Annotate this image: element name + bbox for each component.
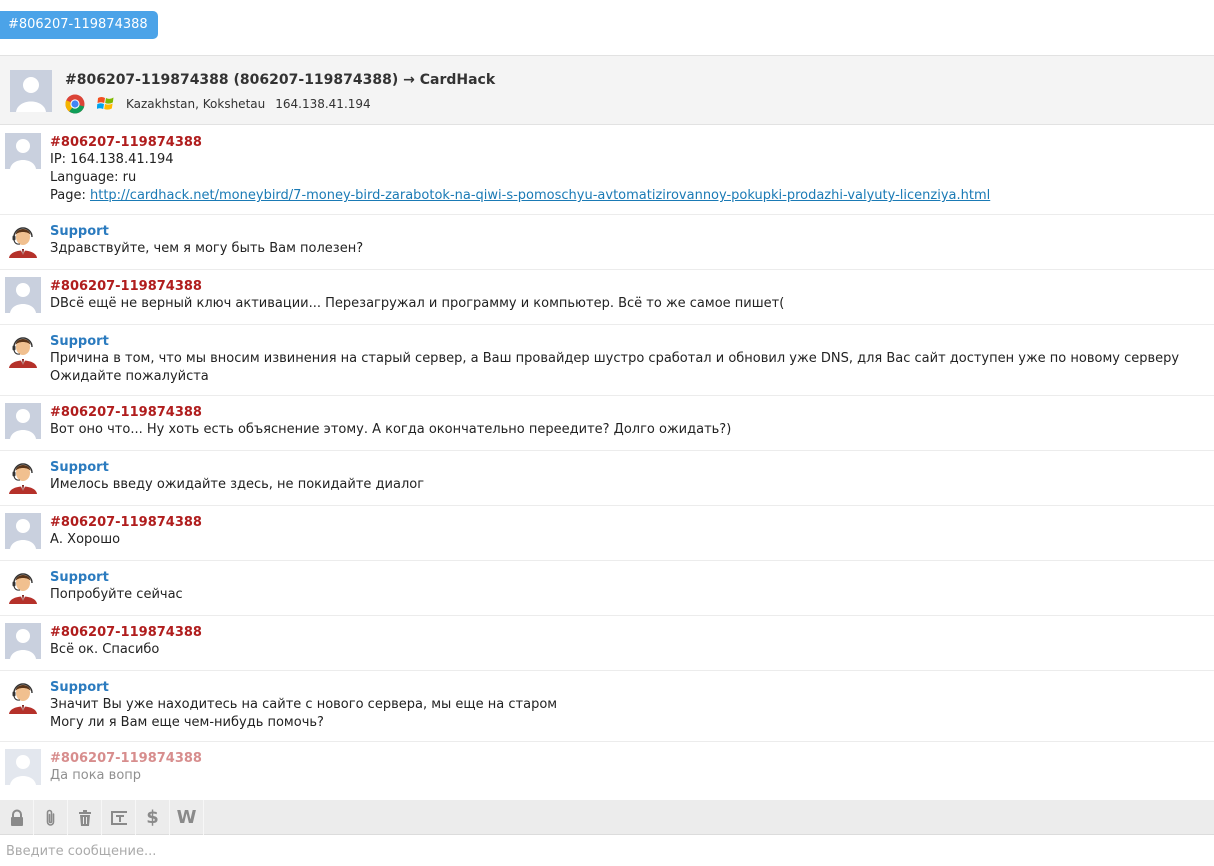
message-author: #806207-119874388	[50, 405, 202, 420]
visitor-avatar	[5, 513, 41, 549]
chat-tab[interactable]: #806207-119874388	[0, 11, 158, 39]
message-text: А. Хорошо	[50, 532, 121, 547]
message-text: Значит Вы уже находитесь на сайте с ново…	[50, 697, 558, 712]
tab-bar: #806207-119874388	[0, 0, 1214, 56]
message-text: Имелось введу ожидайте здесь, не покидай…	[50, 477, 425, 492]
message-item: Support Имелось введу ожидайте здесь, не …	[0, 451, 1214, 506]
message-text: Ожидайте пожалуйста	[50, 369, 209, 384]
message-text: Могу ли я Вам еще чем-нибудь помочь?	[50, 715, 324, 730]
windows-icon	[97, 97, 114, 110]
message-text: Попробуйте сейчас	[50, 587, 183, 602]
message-author: Support	[50, 224, 109, 239]
visitor-avatar	[5, 277, 41, 313]
trash-icon	[78, 809, 91, 826]
message-text: Да пока вопр	[50, 768, 142, 783]
chat-title: #806207-119874388 (806207-119874388) → C…	[65, 72, 496, 88]
message-text: Вот оно что... Ну хоть есть объяснение э…	[50, 422, 732, 437]
message-item: #806207-119874388 А. Хорошо	[0, 506, 1214, 561]
message-author: Support	[50, 570, 109, 585]
message-item: #806207-119874388 Вот оно что... Ну хоть …	[0, 396, 1214, 451]
visitor-page-line: Page: http://cardhack.net/moneybird/7-mo…	[50, 187, 1214, 205]
message-input[interactable]	[0, 836, 1214, 866]
lock-icon	[10, 809, 23, 826]
visitor-avatar	[10, 70, 52, 112]
visitor-meta: Kazakhstan, Kokshetau 164.138.41.194	[65, 94, 371, 114]
message-item: Support Попробуйте сейчас	[0, 561, 1214, 616]
w-button[interactable]: W	[170, 800, 204, 835]
visitor-ip-line: IP: 164.138.41.194	[50, 152, 174, 167]
visitor-avatar	[5, 403, 41, 439]
operator-avatar	[9, 227, 37, 258]
template-button[interactable]	[102, 800, 136, 835]
chat-header: #806207-119874388 (806207-119874388) → C…	[0, 56, 1214, 125]
visitor-ip: 164.138.41.194	[275, 97, 371, 111]
chrome-icon	[65, 94, 85, 114]
delete-button[interactable]	[68, 800, 102, 835]
message-author: #806207-119874388	[50, 279, 202, 294]
lock-button[interactable]	[0, 800, 34, 835]
page-label: Page:	[50, 188, 90, 203]
visitor-avatar	[5, 749, 41, 785]
message-author: #806207-119874388	[50, 625, 202, 640]
message-text: Здравствуйте, чем я могу быть Вам полезе…	[50, 241, 364, 256]
text-cursor-icon	[110, 810, 127, 825]
message-item: Support Здравствуйте, чем я могу быть Вам…	[0, 215, 1214, 270]
message-item-typing: #806207-119874388 Да пока вопр	[0, 742, 1214, 797]
message-item: #806207-119874388 IP: 164.138.41.194 Langu…	[0, 126, 1214, 215]
message-author: #806207-119874388	[50, 515, 202, 530]
visitor-location: Kazakhstan, Kokshetau	[126, 97, 266, 111]
message-author: Support	[50, 460, 109, 475]
message-author: #806207-119874388	[50, 135, 202, 150]
operator-avatar	[9, 463, 37, 494]
message-author: Support	[50, 680, 109, 695]
visitor-avatar	[5, 623, 41, 659]
message-item: #806207-119874388 Всё ок. Спасибо	[0, 616, 1214, 671]
message-item: #806207-119874388 DВсё ещё не верный ключ…	[0, 270, 1214, 325]
operator-avatar	[9, 337, 37, 368]
message-item: Support Причина в том, что мы вносим изви…	[0, 325, 1214, 396]
operator-avatar	[9, 683, 37, 714]
message-text: Причина в том, что мы вносим извинения н…	[50, 351, 1180, 366]
attach-button[interactable]	[34, 800, 68, 835]
message-author: #806207-119874388	[50, 751, 202, 766]
payment-button[interactable]: $	[136, 800, 170, 835]
page-link[interactable]: http://cardhack.net/moneybird/7-money-bi…	[90, 188, 990, 203]
message-text: DВсё ещё не верный ключ активации... Пер…	[50, 296, 785, 311]
visitor-language-line: Language: ru	[50, 170, 137, 185]
visitor-avatar	[5, 133, 41, 169]
message-author: Support	[50, 334, 109, 349]
operator-avatar	[9, 573, 37, 604]
message-text: Всё ок. Спасибо	[50, 642, 160, 657]
w-icon: W	[176, 807, 197, 828]
paperclip-icon	[46, 809, 54, 826]
message-list[interactable]: #806207-119874388 IP: 164.138.41.194 Langu…	[0, 126, 1214, 800]
chat-toolbar: $ W	[0, 800, 1214, 835]
message-item: Support Значит Вы уже находитесь на сайте…	[0, 671, 1214, 742]
composer	[0, 836, 1214, 866]
dollar-icon: $	[146, 807, 159, 828]
